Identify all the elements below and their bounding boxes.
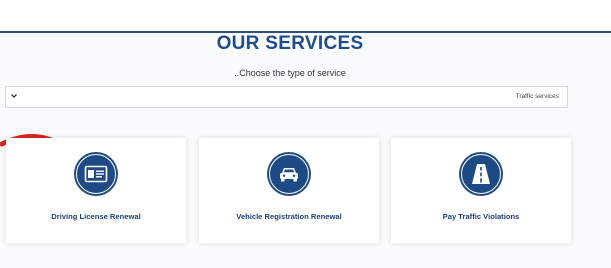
car-icon [267, 152, 311, 196]
service-card-driving-license[interactable]: Driving License Renewal [6, 138, 186, 243]
road-icon [459, 152, 503, 196]
chevron-down-icon [11, 94, 17, 98]
service-type-select[interactable]: Traffic services [5, 86, 568, 108]
select-value: Traffic services [515, 93, 559, 100]
card-label: Vehicle Registration Renewal [236, 212, 342, 221]
page-subtitle: ..Choose the type of service [234, 68, 346, 78]
services-page: OUR SERVICES ..Choose the type of servic… [0, 0, 611, 268]
page-title: OUR SERVICES [216, 33, 364, 54]
service-card-traffic-violations[interactable]: Pay Traffic Violations [391, 138, 571, 243]
card-label: Pay Traffic Violations [442, 212, 520, 221]
license-card-icon [74, 152, 118, 196]
service-card-vehicle-registration[interactable]: Vehicle Registration Renewal [199, 138, 379, 243]
card-label: Driving License Renewal [51, 212, 141, 221]
top-bar [0, 0, 611, 32]
